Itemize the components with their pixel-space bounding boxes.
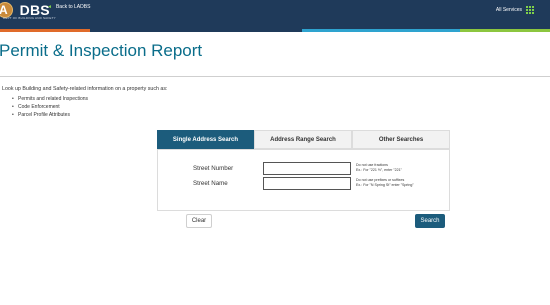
street-number-hint: Do not use fractions Ex.: For "221 ½", e… xyxy=(356,163,402,172)
stripe-orange xyxy=(0,29,90,32)
title-divider xyxy=(0,76,550,77)
logo-subtitle: DEPT OF BUILDING AND SAFETY xyxy=(3,16,56,20)
tab-address-range-search[interactable]: Address Range Search xyxy=(254,130,352,149)
stripe-blue xyxy=(302,29,460,32)
stripe-navy xyxy=(90,29,302,32)
street-number-label: Street Number xyxy=(193,165,234,172)
all-services-label: All Services xyxy=(495,7,522,13)
bullet-code-enforcement: Code Enforcement xyxy=(12,103,88,111)
street-name-hint: Do not use prefixes or suffixes Ex.: For… xyxy=(356,178,414,187)
street-name-row: Street Name Do not use prefixes or suffi… xyxy=(158,177,451,191)
intro-text: Look up Building and Safety-related info… xyxy=(2,86,168,92)
street-number-input[interactable] xyxy=(263,162,351,175)
street-name-hint-line2: Ex.: For "N Spring St" enter "Spring" xyxy=(356,182,414,187)
brand-color-stripe xyxy=(0,29,550,32)
chevron-left-icon: ◄ xyxy=(47,4,52,10)
top-header-bar: A DBS DEPT OF BUILDING AND SAFETY ◄ Back… xyxy=(0,0,550,29)
info-bullet-list: Permits and related Inspections Code Enf… xyxy=(12,95,88,119)
clear-button[interactable]: Clear xyxy=(186,214,212,228)
page-title: Permit & Inspection Report xyxy=(0,41,203,60)
back-link-label: Back to LADBS xyxy=(55,4,91,10)
stripe-green xyxy=(460,29,550,32)
tab-other-searches[interactable]: Other Searches xyxy=(352,130,450,149)
bullet-parcel-profile: Parcel Profile Attributes xyxy=(12,111,88,119)
tab-single-address-search[interactable]: Single Address Search xyxy=(157,130,254,149)
search-tabs: Single Address Search Address Range Sear… xyxy=(157,130,450,149)
street-name-label: Street Name xyxy=(193,180,228,187)
street-number-hint-line2: Ex.: For "221 ½", enter "221" xyxy=(356,167,402,172)
street-number-row: Street Number Do not use fractions Ex.: … xyxy=(158,162,451,176)
logo-a-letter: A xyxy=(0,3,8,17)
back-to-ladbs-link[interactable]: ◄ Back to LADBS xyxy=(47,4,90,10)
grid-icon xyxy=(526,6,534,14)
street-name-input[interactable] xyxy=(263,177,351,190)
bullet-permits: Permits and related Inspections xyxy=(12,95,88,103)
search-button[interactable]: Search xyxy=(415,214,445,228)
single-address-search-panel: Street Number Do not use fractions Ex.: … xyxy=(157,149,450,211)
all-services-button[interactable]: All Services xyxy=(496,6,534,14)
